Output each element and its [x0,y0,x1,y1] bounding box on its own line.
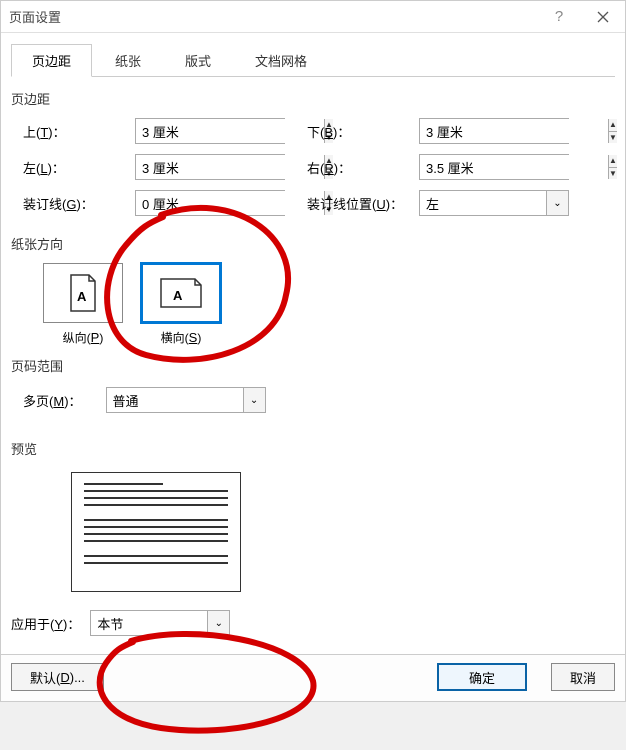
help-button[interactable]: ? [537,1,581,33]
portrait-page-icon: A [67,273,99,313]
multipage-row: 多页(M)： 普通 ⌄ [23,387,615,413]
apply-to-value: 本节 [91,611,207,635]
tab-grid[interactable]: 文档网格 [234,44,328,77]
landscape-page-icon: A [159,277,203,309]
bottom-margin-label: 下(B)： [307,122,407,141]
chevron-down-icon[interactable]: ⌄ [207,611,229,635]
tab-layout[interactable]: 版式 [164,44,232,77]
section-margins-label: 页边距 [11,89,615,108]
svg-text:A: A [77,289,87,304]
top-margin-value[interactable] [136,119,324,143]
left-margin-input[interactable]: ▲▼ [135,154,285,180]
spin-down-icon[interactable]: ▼ [609,132,617,144]
section-orientation-label: 纸张方向 [11,234,615,253]
bottom-margin-value[interactable] [420,119,608,143]
left-margin-label: 左(L)： [23,158,123,177]
ok-button[interactable]: 确定 [437,663,527,691]
chevron-down-icon[interactable]: ⌄ [546,191,568,215]
chevron-down-icon[interactable]: ⌄ [243,388,265,412]
close-button[interactable] [581,1,625,33]
landscape-label: 横向(S) [161,329,202,346]
apply-to-dropdown[interactable]: 本节 ⌄ [90,610,230,636]
preview-box [71,472,241,592]
apply-to-row: 应用于(Y)： 本节 ⌄ [11,610,615,636]
margins-grid: 上(T)： ▲▼ 下(B)： ▲▼ 左(L)： ▲▼ 右(R)： ▲▼ 装订线(… [23,118,615,216]
gutter-pos-value: 左 [420,191,546,215]
multipage-label: 多页(M)： [23,391,82,410]
top-margin-label: 上(T)： [23,122,123,141]
svg-text:A: A [173,288,183,303]
left-margin-value[interactable] [136,155,324,179]
close-icon [597,11,609,23]
dialog-footer: 默认(D)... 确定 取消 [1,654,625,701]
multipage-dropdown[interactable]: 普通 ⌄ [106,387,266,413]
top-margin-input[interactable]: ▲▼ [135,118,285,144]
spin-down-icon[interactable]: ▼ [609,168,617,180]
gutter-pos-label: 装订线位置(U)： [307,194,407,213]
right-margin-value[interactable] [420,155,608,179]
portrait-label: 纵向(P) [63,329,104,346]
orientation-landscape[interactable]: A 横向(S) [141,263,221,346]
tab-paper[interactable]: 纸张 [94,44,162,77]
spin-up-icon[interactable]: ▲ [609,119,617,132]
dialog-content: 页边距 纸张 版式 文档网格 页边距 上(T)： ▲▼ 下(B)： ▲▼ 左(L… [1,33,625,654]
tab-margins[interactable]: 页边距 [11,44,92,77]
orientation-portrait[interactable]: A 纵向(P) [43,263,123,346]
gutter-value[interactable] [136,191,324,215]
dialog-title: 页面设置 [9,7,537,26]
apply-to-label: 应用于(Y)： [11,614,80,633]
default-button[interactable]: 默认(D)... [11,663,104,691]
tab-strip: 页边距 纸张 版式 文档网格 [11,43,615,77]
spin-up-icon[interactable]: ▲ [609,155,617,168]
cancel-button[interactable]: 取消 [551,663,615,691]
titlebar: 页面设置 ? [1,1,625,33]
section-preview-label: 预览 [11,439,615,458]
right-margin-label: 右(R)： [307,158,407,177]
bottom-margin-input[interactable]: ▲▼ [419,118,569,144]
gutter-label: 装订线(G)： [23,194,123,213]
gutter-input[interactable]: ▲▼ [135,190,285,216]
right-margin-input[interactable]: ▲▼ [419,154,569,180]
orientation-row: A 纵向(P) A 横向(S) [43,263,615,346]
gutter-pos-dropdown[interactable]: 左 ⌄ [419,190,569,216]
section-pagerange-label: 页码范围 [11,356,615,375]
page-setup-dialog: 页面设置 ? 页边距 纸张 版式 文档网格 页边距 上(T)： ▲▼ 下(B)：… [0,0,626,702]
multipage-value: 普通 [107,388,243,412]
